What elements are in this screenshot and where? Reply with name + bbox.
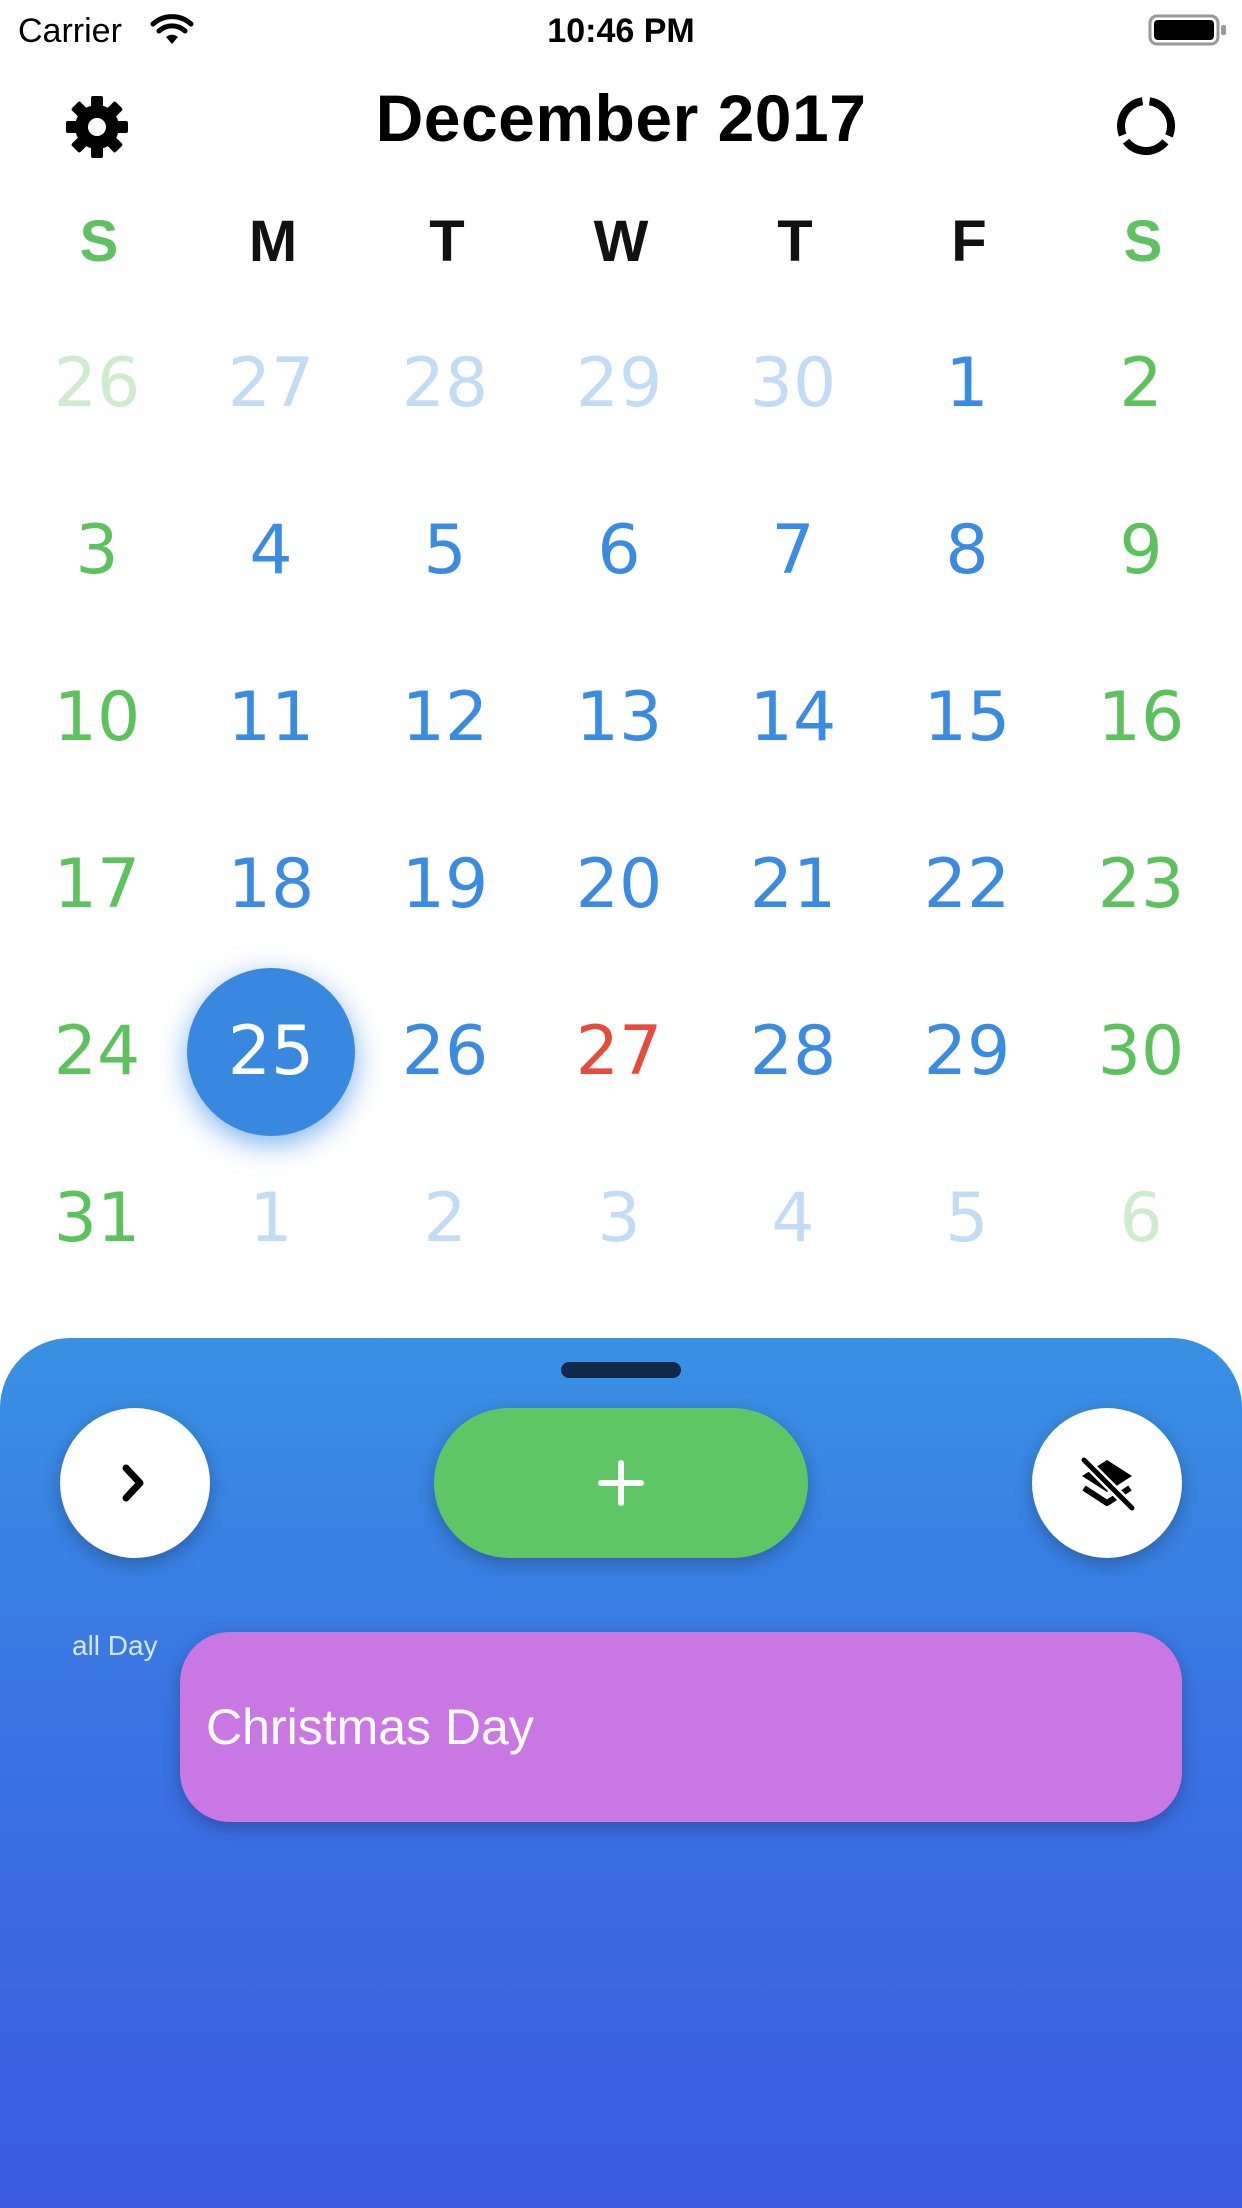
day-cell[interactable]: 13 bbox=[534, 634, 704, 800]
day-cell-selected[interactable]: 25 bbox=[186, 968, 356, 1134]
day-cell[interactable]: 2 bbox=[1056, 300, 1226, 466]
next-month-button[interactable] bbox=[60, 1408, 210, 1558]
status-bar: Carrier 10:46 PM bbox=[0, 0, 1242, 60]
day-cell[interactable]: 23 bbox=[1056, 801, 1226, 967]
day-cell[interactable]: 16 bbox=[1056, 634, 1226, 800]
plus-icon bbox=[598, 1460, 644, 1506]
weekday-monday: M bbox=[248, 209, 298, 274]
day-cell[interactable]: 24 bbox=[12, 968, 182, 1134]
day-cell[interactable]: 31 bbox=[12, 1135, 182, 1301]
weekday-friday: F bbox=[951, 209, 987, 274]
day-cell[interactable]: 9 bbox=[1056, 467, 1226, 633]
day-cell[interactable]: 3 bbox=[534, 1135, 704, 1301]
day-cell[interactable]: 11 bbox=[186, 634, 356, 800]
day-cell[interactable]: 26 bbox=[360, 968, 530, 1134]
battery-icon bbox=[1148, 14, 1226, 46]
drag-handle[interactable] bbox=[561, 1362, 681, 1378]
day-cell[interactable]: 7 bbox=[708, 467, 878, 633]
month-title: December 2017 bbox=[375, 81, 867, 155]
day-cell[interactable]: 28 bbox=[708, 968, 878, 1134]
day-cell[interactable]: 21 bbox=[708, 801, 878, 967]
day-cell[interactable]: 10 bbox=[12, 634, 182, 800]
sync-icon[interactable] bbox=[1114, 94, 1178, 158]
all-day-label: all Day bbox=[72, 1630, 158, 1661]
day-cell-today[interactable]: 27 bbox=[534, 968, 704, 1134]
day-cell[interactable]: 4 bbox=[708, 1135, 878, 1301]
day-cell[interactable]: 6 bbox=[1056, 1135, 1226, 1301]
day-cell[interactable]: 4 bbox=[186, 467, 356, 633]
weekday-tuesday: T bbox=[429, 209, 465, 274]
day-cell[interactable]: 6 bbox=[534, 467, 704, 633]
day-cell[interactable]: 1 bbox=[882, 300, 1052, 466]
day-cell[interactable]: 2 bbox=[360, 1135, 530, 1301]
layers-off-icon bbox=[1079, 1455, 1137, 1513]
day-cell[interactable]: 12 bbox=[360, 634, 530, 800]
event-card[interactable]: Christmas Day bbox=[180, 1632, 1182, 1822]
day-cell[interactable]: 20 bbox=[534, 801, 704, 967]
chevron-right-icon bbox=[122, 1464, 144, 1502]
status-time: 10:46 PM bbox=[547, 12, 695, 50]
weekday-saturday: S bbox=[1123, 209, 1163, 274]
calendar-grid: 26 27 28 29 30 1 2 3 4 5 6 7 8 9 10 11 12 13 14 15 16 17 18 19 2… bbox=[0, 300, 1242, 1300]
day-cell[interactable]: 15 bbox=[882, 634, 1052, 800]
day-cell[interactable]: 18 bbox=[186, 801, 356, 967]
day-cell[interactable]: 28 bbox=[360, 300, 530, 466]
day-cell[interactable]: 29 bbox=[534, 300, 704, 466]
day-cell[interactable]: 3 bbox=[12, 467, 182, 633]
events-sheet: all Day Christmas Day bbox=[0, 1338, 1242, 2208]
weekday-sunday: S bbox=[79, 209, 119, 274]
day-cell[interactable]: 5 bbox=[882, 1135, 1052, 1301]
add-event-button[interactable] bbox=[434, 1408, 808, 1558]
event-title: Christmas Day bbox=[206, 1699, 534, 1755]
day-cell[interactable]: 17 bbox=[12, 801, 182, 967]
weekday-wednesday: W bbox=[593, 209, 649, 274]
weekday-header: S M T W T F S bbox=[0, 208, 1242, 278]
day-cell[interactable]: 8 bbox=[882, 467, 1052, 633]
weekday-thursday: T bbox=[777, 209, 813, 274]
day-cell[interactable]: 27 bbox=[186, 300, 356, 466]
day-cell[interactable]: 5 bbox=[360, 467, 530, 633]
day-cell[interactable]: 19 bbox=[360, 801, 530, 967]
day-cell[interactable]: 26 bbox=[12, 300, 182, 466]
day-cell[interactable]: 30 bbox=[1056, 968, 1226, 1134]
day-cell[interactable]: 22 bbox=[882, 801, 1052, 967]
day-cell[interactable]: 14 bbox=[708, 634, 878, 800]
layers-toggle-button[interactable] bbox=[1032, 1408, 1182, 1558]
day-cell[interactable]: 30 bbox=[708, 300, 878, 466]
day-cell[interactable]: 1 bbox=[186, 1135, 356, 1301]
day-cell[interactable]: 29 bbox=[882, 968, 1052, 1134]
